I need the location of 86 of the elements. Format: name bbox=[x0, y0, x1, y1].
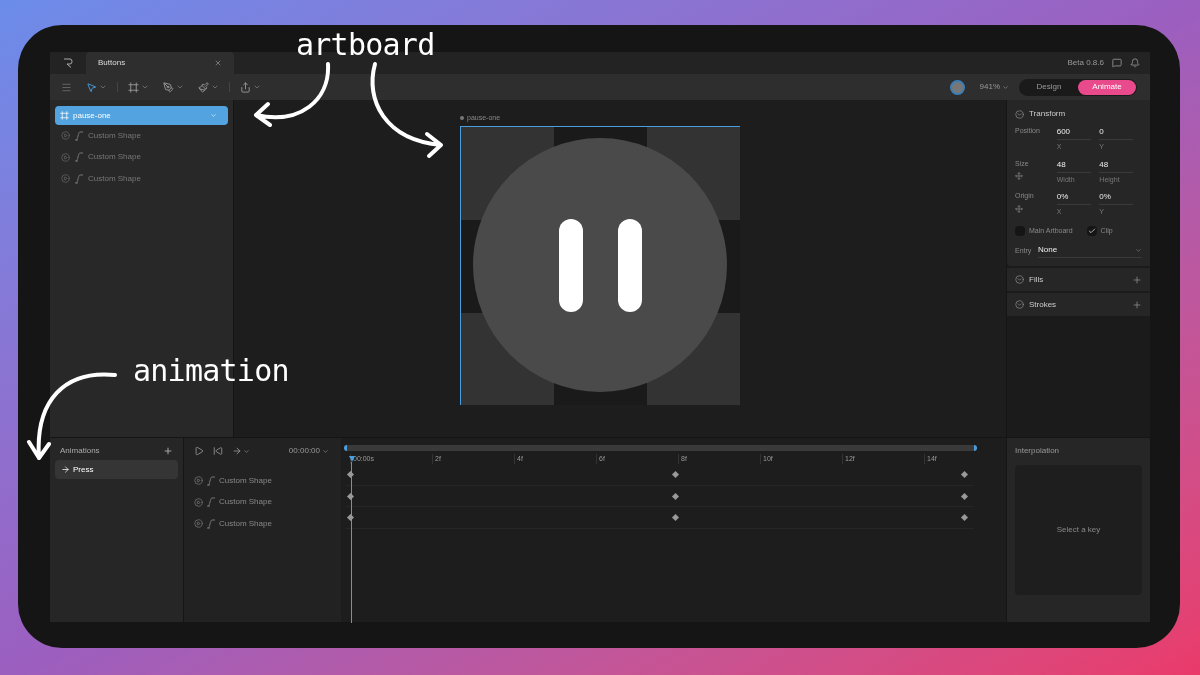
section-header[interactable]: Fills bbox=[1007, 268, 1150, 291]
keyframe[interactable] bbox=[672, 470, 680, 479]
entry-dropdown[interactable]: None bbox=[1038, 244, 1142, 258]
track-name[interactable]: Custom Shape bbox=[219, 496, 272, 509]
add-icon[interactable] bbox=[1132, 274, 1142, 285]
keyframe[interactable] bbox=[346, 470, 355, 479]
path-icon bbox=[206, 475, 216, 486]
notification-icon[interactable] bbox=[1130, 58, 1140, 68]
feedback-icon[interactable] bbox=[1112, 58, 1122, 68]
caret-icon[interactable] bbox=[210, 112, 217, 119]
value-field[interactable]: 0% bbox=[1099, 191, 1134, 205]
play-icon[interactable] bbox=[194, 446, 204, 456]
export-icon[interactable] bbox=[240, 81, 251, 93]
menu-icon[interactable] bbox=[61, 81, 72, 93]
timeline-scrollbar[interactable] bbox=[344, 445, 977, 451]
document-tab[interactable]: Buttons bbox=[86, 52, 234, 74]
checkbox[interactable] bbox=[1086, 225, 1097, 236]
caret-icon[interactable] bbox=[253, 83, 261, 91]
artboard-icon bbox=[60, 111, 69, 120]
value-field[interactable]: 48 bbox=[1056, 158, 1091, 173]
expand-icon[interactable] bbox=[194, 519, 203, 529]
keyframe[interactable] bbox=[960, 513, 969, 522]
loop-mode-dropdown[interactable] bbox=[232, 446, 250, 456]
time-dropdown[interactable]: 00:00:00 bbox=[288, 445, 329, 457]
keyframe[interactable] bbox=[672, 492, 680, 500]
arrow-icon bbox=[61, 465, 70, 474]
value-field[interactable]: 600 bbox=[1056, 126, 1091, 140]
keyframe[interactable] bbox=[346, 513, 355, 522]
section-header[interactable]: Strokes bbox=[1007, 293, 1150, 316]
close-icon[interactable] bbox=[214, 59, 222, 67]
value-field[interactable]: 0% bbox=[1056, 191, 1091, 205]
path-icon bbox=[74, 173, 84, 184]
caret-icon[interactable] bbox=[322, 447, 329, 455]
mode-tab[interactable]: Animate bbox=[1078, 79, 1136, 95]
caret-icon[interactable] bbox=[176, 83, 184, 91]
caret-icon[interactable] bbox=[243, 447, 250, 455]
path-icon bbox=[74, 152, 84, 163]
expand-icon[interactable] bbox=[61, 174, 70, 184]
zoom-dropdown[interactable]: 941% bbox=[979, 81, 1009, 93]
annotation-label: artboard bbox=[296, 26, 435, 64]
path-icon bbox=[74, 130, 84, 141]
collapse-icon[interactable] bbox=[1015, 300, 1024, 309]
add-icon[interactable] bbox=[163, 446, 173, 456]
add-icon[interactable] bbox=[1132, 299, 1142, 310]
caret-icon[interactable] bbox=[141, 83, 149, 91]
pen-tool-icon[interactable] bbox=[163, 81, 174, 93]
section-title: Transform bbox=[1029, 108, 1066, 120]
keyframe[interactable] bbox=[960, 492, 969, 500]
layer-name: pause-one bbox=[73, 109, 111, 122]
expand-icon[interactable] bbox=[61, 152, 70, 162]
value-field[interactable]: 0 bbox=[1099, 126, 1134, 140]
animation-item[interactable]: Press bbox=[55, 460, 178, 479]
artboard-tool-icon[interactable] bbox=[128, 81, 139, 93]
track-name[interactable]: Custom Shape bbox=[219, 517, 272, 530]
move-icon bbox=[1015, 204, 1023, 213]
panel-title: Animations bbox=[60, 445, 100, 457]
caret-icon[interactable] bbox=[99, 83, 107, 91]
pointer-tool-icon[interactable] bbox=[86, 81, 97, 93]
playhead[interactable] bbox=[348, 456, 355, 623]
user-avatar[interactable] bbox=[949, 79, 965, 95]
collapse-icon[interactable] bbox=[1015, 109, 1024, 119]
caret-icon[interactable] bbox=[211, 83, 219, 91]
move-icon bbox=[1015, 172, 1023, 180]
value-field[interactable]: 48 bbox=[1099, 158, 1134, 173]
path-icon bbox=[206, 497, 216, 508]
annotation-label: animation bbox=[133, 352, 289, 390]
expand-icon[interactable] bbox=[194, 476, 203, 486]
keyframe[interactable] bbox=[672, 513, 680, 522]
expand-icon[interactable] bbox=[61, 131, 70, 141]
arrow-icon[interactable] bbox=[232, 446, 242, 456]
artboard[interactable] bbox=[460, 126, 740, 405]
caret-icon[interactable] bbox=[1002, 83, 1009, 91]
skip-back-icon[interactable] bbox=[213, 446, 223, 456]
caret-icon[interactable] bbox=[1135, 246, 1142, 254]
path-icon bbox=[206, 518, 216, 529]
track-name[interactable]: Custom Shape bbox=[219, 474, 272, 487]
mode-tab[interactable]: Design bbox=[1020, 79, 1078, 95]
keyframe[interactable] bbox=[346, 492, 355, 500]
brush-tool-icon[interactable] bbox=[198, 81, 209, 93]
version-label: Beta 0.8.6 bbox=[1067, 57, 1104, 69]
collapse-icon[interactable] bbox=[1015, 275, 1024, 284]
logo-icon bbox=[63, 58, 73, 68]
empty-state-text: Select a key bbox=[1056, 524, 1101, 536]
panel-title: Interpolation bbox=[1015, 446, 1060, 455]
expand-icon[interactable] bbox=[194, 497, 203, 507]
keyframe[interactable] bbox=[960, 470, 969, 479]
